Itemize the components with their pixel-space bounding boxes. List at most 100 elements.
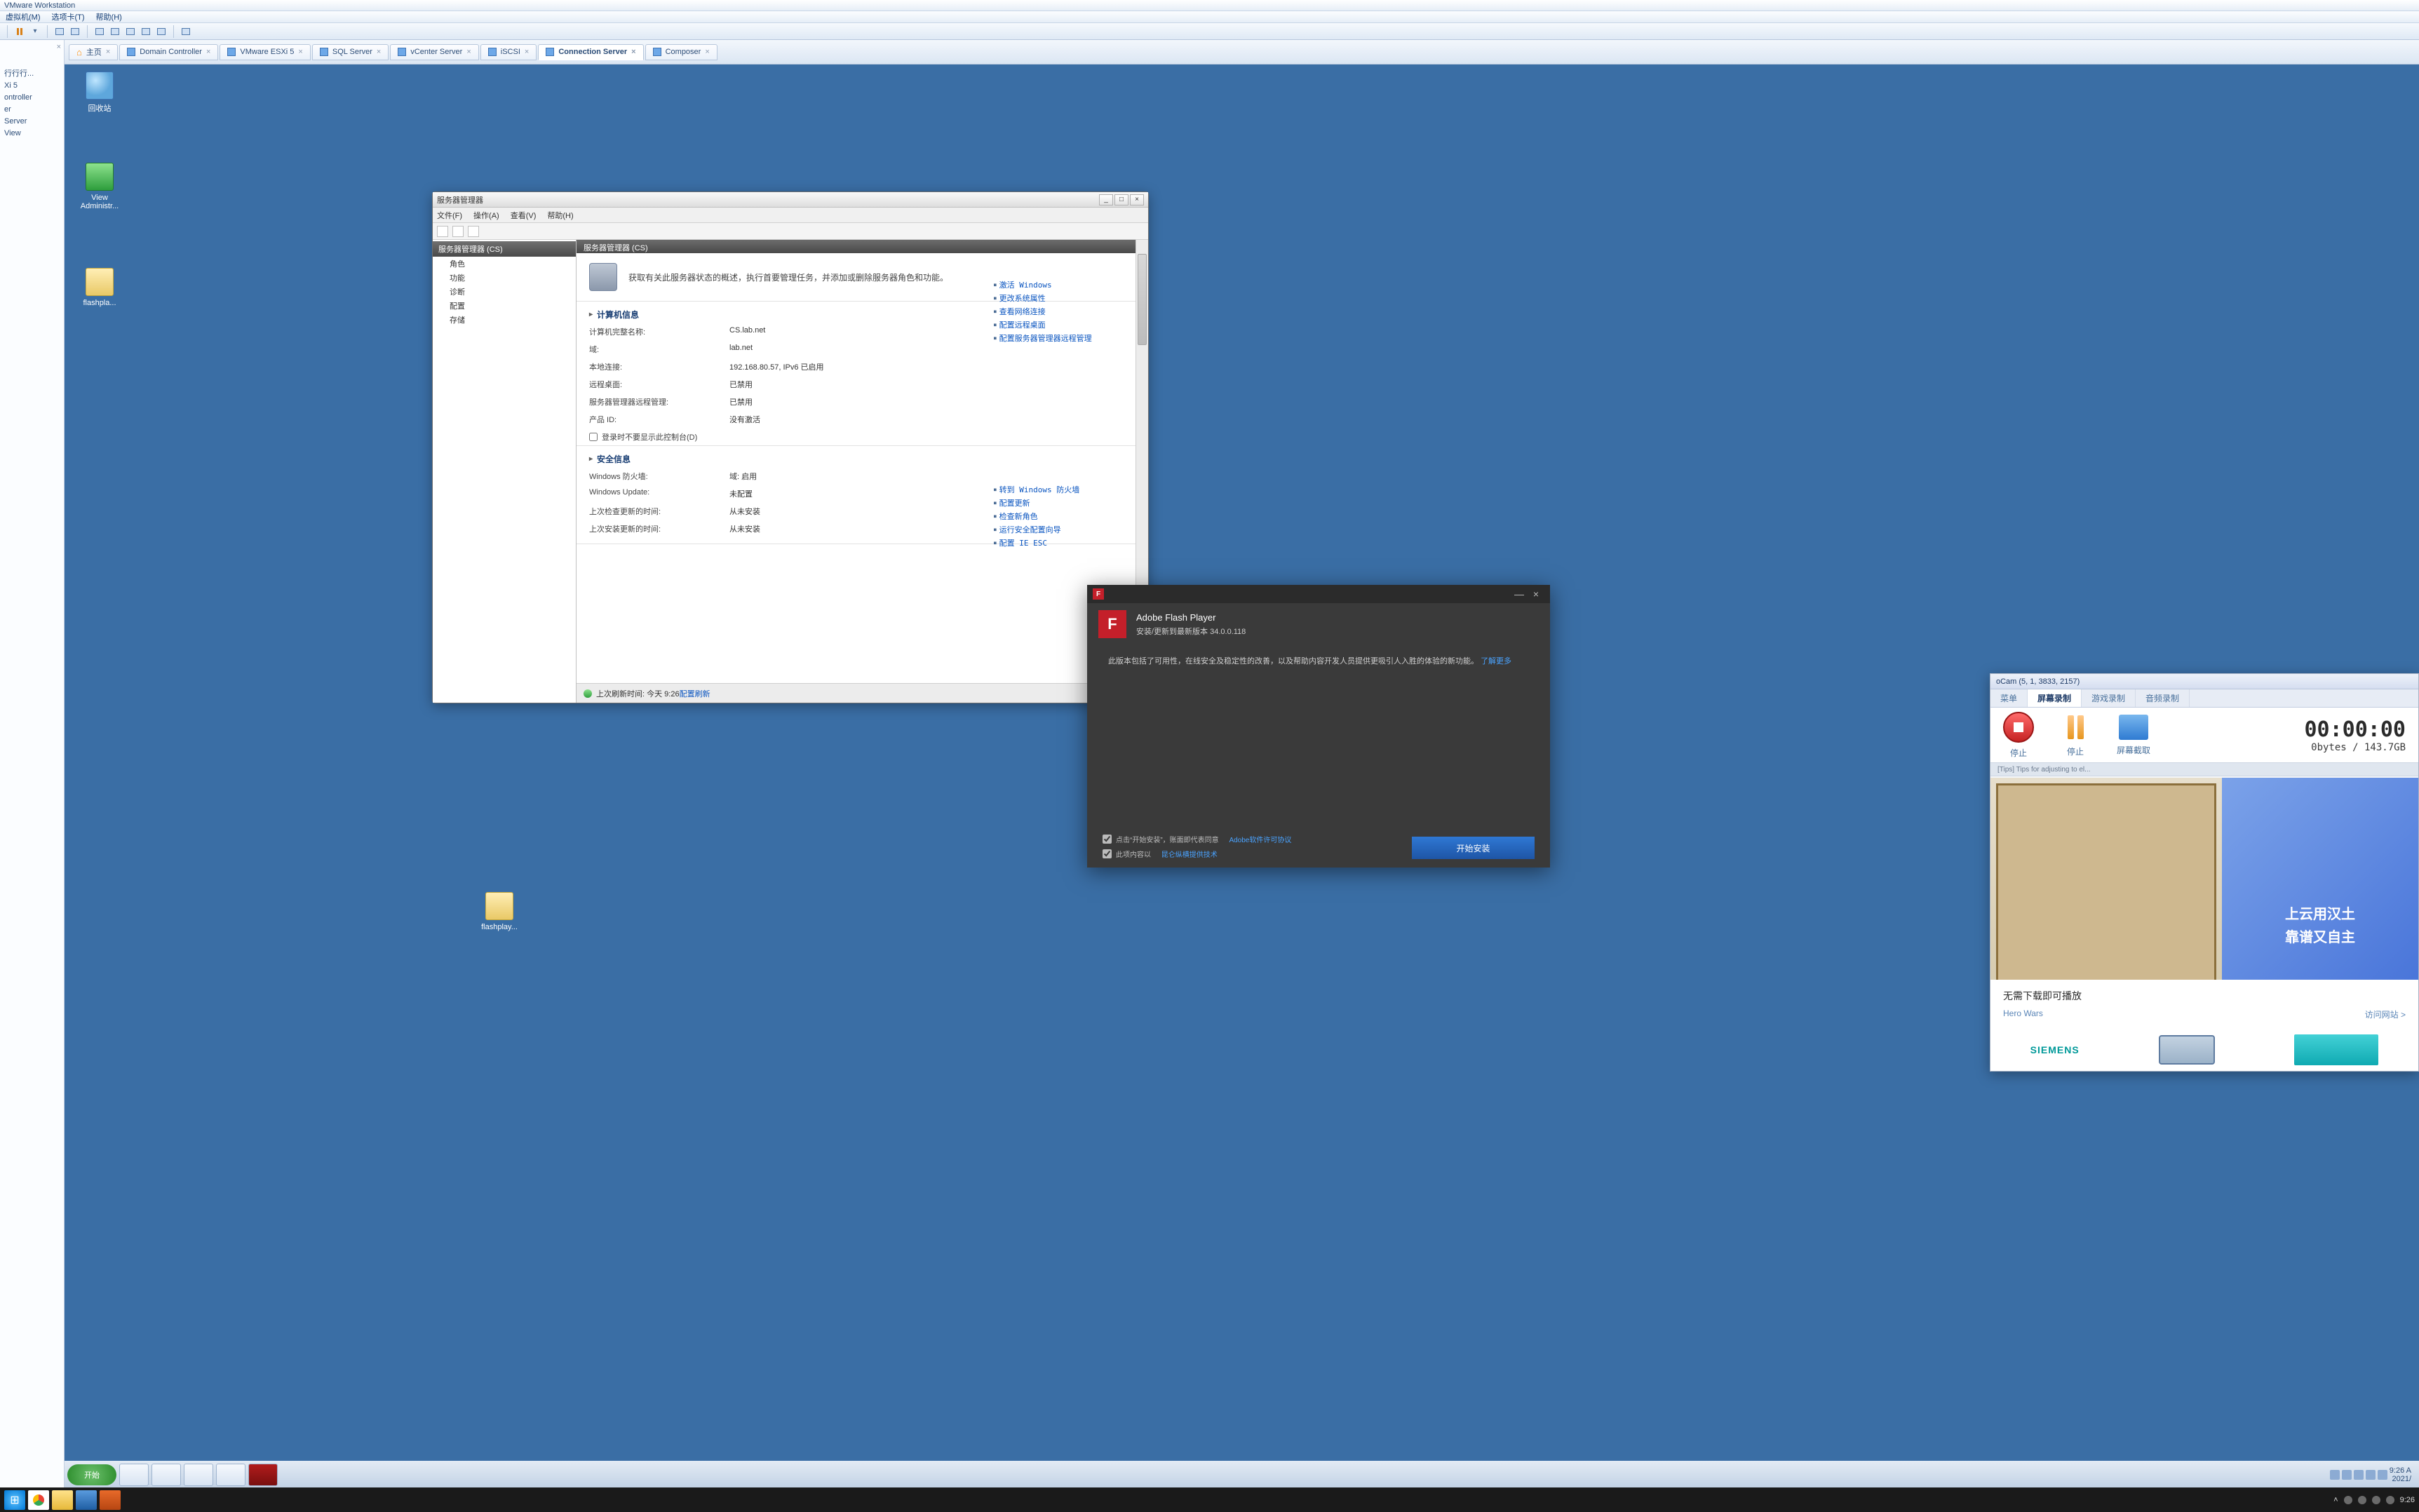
library-item[interactable]: View xyxy=(1,128,62,140)
library-item[interactable]: 行行行... xyxy=(1,68,62,80)
tray-icon[interactable] xyxy=(2378,1470,2387,1480)
power-dropdown[interactable]: ▾ xyxy=(29,25,41,38)
tray-icon[interactable] xyxy=(2354,1470,2364,1480)
thumbnail-view-button[interactable] xyxy=(155,25,168,38)
tab-vcenter[interactable]: vCenter Server× xyxy=(390,44,478,60)
tree-root[interactable]: 服务器管理器 (CS) xyxy=(433,241,576,257)
tab-esxi[interactable]: VMware ESXi 5× xyxy=(220,44,310,60)
vmware-menu-bar[interactable]: 虚拟机(M) 选项卡(T) 帮助(H) xyxy=(0,11,2419,23)
close-icon[interactable]: × xyxy=(525,48,529,56)
menu-vm[interactable]: 虚拟机(M) xyxy=(0,11,46,22)
tree-node-config[interactable]: 配置 xyxy=(433,299,576,313)
host-chrome-button[interactable] xyxy=(28,1490,49,1510)
library-close-button[interactable]: × xyxy=(57,43,61,51)
host-taskbar[interactable]: ⊞ ˄ 9:26 xyxy=(0,1487,2419,1512)
menu-file[interactable]: 文件(F) xyxy=(437,210,462,221)
link-firewall[interactable]: 转到 Windows 防火墙 xyxy=(994,484,1134,495)
taskbar-item-explorer[interactable] xyxy=(151,1464,181,1486)
library-item[interactable]: ontroller xyxy=(1,92,62,104)
unity-button[interactable] xyxy=(124,25,137,38)
ocam-pause-button[interactable]: 停止 xyxy=(2062,713,2089,757)
taskbar-item-folder[interactable] xyxy=(216,1464,245,1486)
ocam-tab-menu[interactable]: 菜单 xyxy=(1990,689,2028,707)
desktop-icon-flash-desk[interactable]: flashplay... xyxy=(471,892,527,931)
library-item[interactable]: Server xyxy=(1,116,62,128)
ocam-tabs[interactable]: 菜单 屏幕录制 游戏录制 音频录制 xyxy=(1990,689,2418,708)
tab-sql[interactable]: SQL Server× xyxy=(312,44,389,60)
library-toggle-button[interactable] xyxy=(180,25,192,38)
ocam-tab-audio[interactable]: 音频录制 xyxy=(2136,689,2190,707)
nav-forward-button[interactable] xyxy=(452,226,464,237)
install-button[interactable]: 开始安装 xyxy=(1412,837,1535,859)
maximize-button[interactable]: □ xyxy=(1114,194,1128,205)
tree-node-storage[interactable]: 存储 xyxy=(433,313,576,327)
link-rdp[interactable]: 配置远程桌面 xyxy=(994,319,1134,330)
link-remotemgmt[interactable]: 配置服务器管理器远程管理 xyxy=(994,332,1134,344)
taskbar-item-flash[interactable] xyxy=(248,1464,278,1486)
host-system-tray[interactable]: ˄ 9:26 xyxy=(2333,1496,2415,1504)
tree-node-diagnostics[interactable]: 诊断 xyxy=(433,285,576,299)
tray-icon[interactable] xyxy=(2342,1470,2352,1480)
eula-checkbox[interactable]: 点击“开始安装”，账面即代表同意 Adobe软件许可协议 xyxy=(1103,834,1291,844)
ocam-stop-button[interactable]: 停止 xyxy=(2003,712,2034,759)
close-icon[interactable]: × xyxy=(466,48,471,56)
link-activate[interactable]: 激活 Windows xyxy=(994,279,1134,290)
desktop-icon-recycle[interactable]: 回收站 xyxy=(72,72,128,114)
ad-visit-link[interactable]: 访问网站 > xyxy=(2365,1008,2406,1020)
flash-title-bar[interactable]: F — × xyxy=(1087,585,1550,603)
close-icon[interactable]: × xyxy=(206,48,210,56)
host-start-button[interactable]: ⊞ xyxy=(4,1490,25,1510)
close-icon[interactable]: × xyxy=(377,48,381,56)
ocam-tab-game[interactable]: 游戏录制 xyxy=(2082,689,2136,707)
tab-home[interactable]: ⌂主页× xyxy=(69,44,118,60)
desktop-icon-viewadmin[interactable]: View Administr... xyxy=(72,163,128,210)
nav-back-button[interactable] xyxy=(437,226,448,237)
close-icon[interactable]: × xyxy=(106,48,110,56)
tray-chevron-icon[interactable]: ˄ xyxy=(2333,1496,2338,1504)
link-securitywiz[interactable]: 运行安全配置向导 xyxy=(994,524,1134,535)
close-icon[interactable]: × xyxy=(631,48,635,56)
host-tray-icon[interactable] xyxy=(2344,1496,2352,1504)
learn-more-link[interactable]: 了解更多 xyxy=(1481,657,1511,666)
menu-tabs[interactable]: 选项卡(T) xyxy=(46,11,90,22)
tree-node-roles[interactable]: 角色 xyxy=(433,257,576,271)
snapshot-button[interactable] xyxy=(53,25,66,38)
link-network[interactable]: 查看网络连接 xyxy=(994,306,1134,317)
menu-view[interactable]: 查看(V) xyxy=(511,210,537,221)
menu-action[interactable]: 操作(A) xyxy=(473,210,499,221)
ocam-title-bar[interactable]: oCam (5, 1, 3833, 2157) xyxy=(1990,674,2418,689)
host-tray-icon[interactable] xyxy=(2386,1496,2394,1504)
eula-link[interactable]: Adobe软件许可协议 xyxy=(1229,834,1291,844)
link-cfgupdate[interactable]: 配置更新 xyxy=(994,497,1134,508)
tray-icon[interactable] xyxy=(2330,1470,2340,1480)
pause-vm-button[interactable] xyxy=(13,25,26,38)
guest-desktop[interactable]: 回收站 View Administr... flashpla... flashp… xyxy=(65,65,2419,1512)
server-manager-title-bar[interactable]: 服务器管理器 _ □ × xyxy=(433,192,1148,208)
tree-node-features[interactable]: 功能 xyxy=(433,271,576,285)
menu-help[interactable]: 帮助(H) xyxy=(90,11,128,22)
tray-icon[interactable] xyxy=(2366,1470,2376,1480)
server-manager-tree[interactable]: 服务器管理器 (CS) 角色 功能 诊断 配置 存储 xyxy=(433,240,577,703)
provider-input[interactable] xyxy=(1103,849,1112,858)
console-view-button[interactable] xyxy=(140,25,152,38)
tab-iscsi[interactable]: iSCSI× xyxy=(480,44,537,60)
link-newrole[interactable]: 检查新角色 xyxy=(994,511,1134,522)
guest-system-tray[interactable]: 9:26 A 2021/ xyxy=(2324,1466,2417,1483)
guest-start-button[interactable]: 开始 xyxy=(67,1464,116,1485)
ocam-tab-screen[interactable]: 屏幕录制 xyxy=(2028,689,2082,707)
host-tray-icon[interactable] xyxy=(2372,1496,2380,1504)
ocam-capture-button[interactable]: 屏幕截取 xyxy=(2117,715,2150,756)
minimize-button[interactable]: _ xyxy=(1099,194,1113,205)
taskbar-item-ie[interactable] xyxy=(184,1464,213,1486)
menu-help[interactable]: 帮助(H) xyxy=(547,210,573,221)
host-powerpoint-button[interactable] xyxy=(100,1490,121,1510)
hide-on-login-input[interactable] xyxy=(589,433,598,441)
guest-taskbar[interactable]: 开始 9:26 A 2021/ xyxy=(65,1461,2419,1489)
minimize-button[interactable]: — xyxy=(1511,588,1528,600)
revert-snapshot-button[interactable] xyxy=(69,25,81,38)
link-ieesc[interactable]: 配置 IE ESC xyxy=(994,537,1134,548)
server-manager-menu[interactable]: 文件(F) 操作(A) 查看(V) 帮助(H) xyxy=(433,208,1148,223)
tab-composer[interactable]: Composer× xyxy=(645,44,717,60)
host-explorer-button[interactable] xyxy=(52,1490,73,1510)
tab-domain-controller[interactable]: Domain Controller× xyxy=(119,44,218,60)
